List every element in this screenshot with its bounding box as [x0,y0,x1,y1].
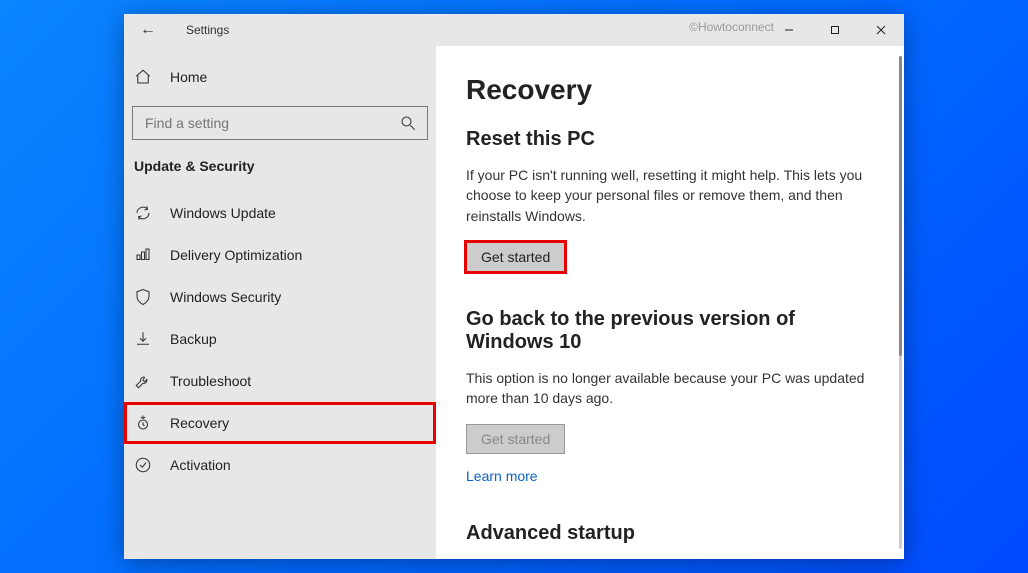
close-button[interactable] [858,14,904,46]
get-started-reset-button[interactable]: Get started [466,242,565,272]
sync-icon [134,204,152,222]
sidebar-item-troubleshoot[interactable]: Troubleshoot [124,360,436,402]
delivery-icon [134,246,152,264]
section-heading: Go back to the previous version of Windo… [466,308,874,354]
home-icon [134,68,152,86]
sidebar-item-label: Recovery [170,415,229,431]
maximize-button[interactable] [812,14,858,46]
sidebar-nav: Windows Update Delivery Optimization Win… [124,192,436,486]
sidebar-item-backup[interactable]: Backup [124,318,436,360]
scrollbar[interactable] [899,56,902,549]
settings-window: ← Settings ©Howtoconnect Home [124,14,904,559]
get-started-goback-button: Get started [466,424,565,454]
section-reset-pc: Reset this PC If your PC isn't running w… [466,128,874,272]
back-button[interactable]: ← [134,17,162,43]
sidebar: Home Update & Security Windows Update [124,46,436,559]
section-heading: Reset this PC [466,128,874,151]
sidebar-category: Update & Security [124,158,436,192]
search-icon [399,114,417,132]
sidebar-item-label: Windows Update [170,205,276,221]
wrench-icon [134,372,152,390]
sidebar-item-windows-update[interactable]: Windows Update [124,192,436,234]
section-heading: Advanced startup [466,522,874,545]
sidebar-item-recovery[interactable]: Recovery [124,402,436,444]
search-field[interactable] [143,114,399,132]
sidebar-item-label: Backup [170,331,217,347]
section-description: If your PC isn't running well, resetting… [466,165,874,226]
titlebar: ← Settings ©Howtoconnect [124,14,904,46]
sidebar-item-label: Delivery Optimization [170,247,302,263]
sidebar-item-label: Windows Security [170,289,281,305]
search-input[interactable] [132,106,428,140]
window-body: Home Update & Security Windows Update [124,46,904,559]
sidebar-item-windows-security[interactable]: Windows Security [124,276,436,318]
section-go-back: Go back to the previous version of Windo… [466,308,874,487]
section-advanced-startup: Advanced startup [466,522,874,545]
sidebar-item-activation[interactable]: Activation [124,444,436,486]
sidebar-item-label: Activation [170,457,231,473]
titlebar-left: ← Settings [124,17,229,43]
recovery-icon [134,414,152,432]
window-controls [766,14,904,46]
home-nav[interactable]: Home [124,62,436,92]
home-label: Home [170,69,207,85]
learn-more-link[interactable]: Learn more [466,468,538,484]
watermark: ©Howtoconnect [689,20,774,34]
page-title: Recovery [466,74,874,106]
shield-icon [134,288,152,306]
main-content: Recovery Reset this PC If your PC isn't … [436,46,904,559]
minimize-button[interactable] [766,14,812,46]
backup-icon [134,330,152,348]
app-title: Settings [186,23,229,37]
section-description: This option is no longer available becau… [466,368,874,409]
check-circle-icon [134,456,152,474]
sidebar-item-delivery-optimization[interactable]: Delivery Optimization [124,234,436,276]
sidebar-item-label: Troubleshoot [170,373,251,389]
